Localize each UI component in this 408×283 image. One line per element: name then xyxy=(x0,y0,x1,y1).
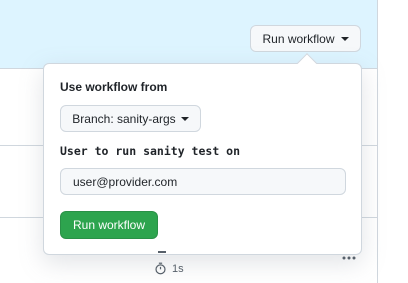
duration-text: 1s xyxy=(172,262,184,275)
kebab-horizontal-icon[interactable] xyxy=(341,250,357,271)
run-duration: 1s xyxy=(154,262,184,275)
user-input-field[interactable] xyxy=(60,168,346,195)
caret-down-icon xyxy=(180,116,189,121)
caret-down-icon xyxy=(340,36,349,41)
run-workflow-popup: Use workflow from Branch: sanity-args Us… xyxy=(43,63,362,255)
stopwatch-icon xyxy=(154,262,167,275)
popup-heading: Use workflow from xyxy=(60,80,168,94)
run-workflow-button-label: Run workflow xyxy=(262,31,335,46)
run-workflow-submit-button[interactable]: Run workflow xyxy=(60,211,158,239)
run-workflow-dropdown-button[interactable]: Run workflow xyxy=(250,25,361,52)
user-input-label: User to run sanity test on xyxy=(60,144,241,158)
calendar-icon-fragment xyxy=(158,251,166,253)
branch-select-label: Branch: sanity-args xyxy=(72,111,176,126)
branch-select-button[interactable]: Branch: sanity-args xyxy=(60,105,201,132)
